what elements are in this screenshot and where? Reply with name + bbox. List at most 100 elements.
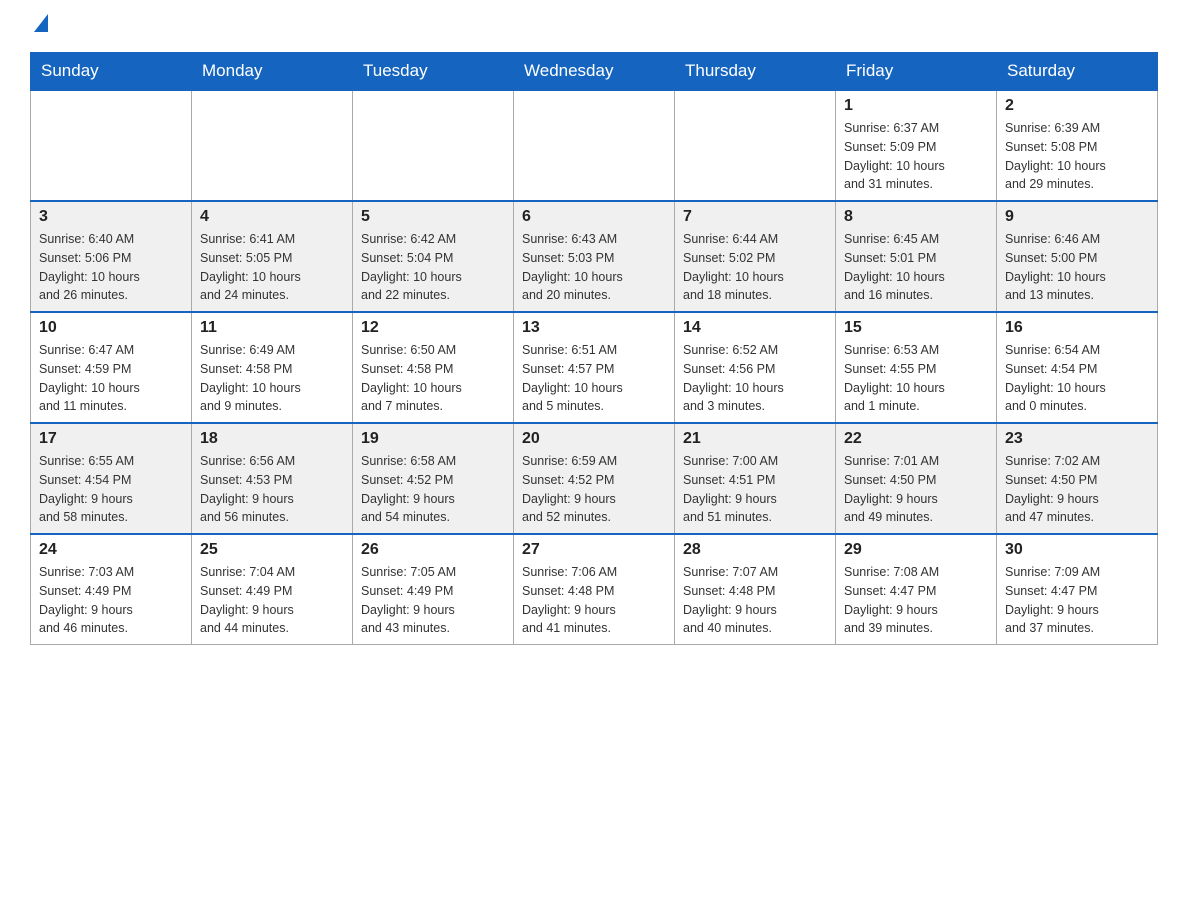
day-info: Sunrise: 7:09 AM Sunset: 4:47 PM Dayligh… — [1005, 563, 1149, 638]
day-info: Sunrise: 6:40 AM Sunset: 5:06 PM Dayligh… — [39, 230, 183, 305]
day-number: 16 — [1005, 319, 1149, 337]
day-number: 12 — [361, 319, 505, 337]
day-number: 9 — [1005, 208, 1149, 226]
day-number: 22 — [844, 430, 988, 448]
day-info: Sunrise: 6:58 AM Sunset: 4:52 PM Dayligh… — [361, 452, 505, 527]
day-info: Sunrise: 6:42 AM Sunset: 5:04 PM Dayligh… — [361, 230, 505, 305]
day-number: 30 — [1005, 541, 1149, 559]
day-number: 17 — [39, 430, 183, 448]
day-info: Sunrise: 7:05 AM Sunset: 4:49 PM Dayligh… — [361, 563, 505, 638]
day-info: Sunrise: 7:07 AM Sunset: 4:48 PM Dayligh… — [683, 563, 827, 638]
calendar-cell: 8 Sunrise: 6:45 AM Sunset: 5:01 PM Daylig… — [836, 201, 997, 312]
day-info: Sunrise: 7:04 AM Sunset: 4:49 PM Dayligh… — [200, 563, 344, 638]
calendar-week-row: 1Sunrise: 6:37 AM Sunset: 5:09 PM Daylig… — [31, 90, 1158, 201]
calendar-header-row: SundayMondayTuesdayWednesdayThursdayFrid… — [31, 53, 1158, 91]
day-number: 24 — [39, 541, 183, 559]
calendar-week-row: 10 Sunrise: 6:47 AM Sunset: 4:59 PM Dayli… — [31, 312, 1158, 423]
header-monday: Monday — [192, 53, 353, 91]
day-number: 28 — [683, 541, 827, 559]
calendar-cell: 16Sunrise: 6:54 AM Sunset: 4:54 PM Dayli… — [997, 312, 1158, 423]
page-header — [30, 20, 1158, 32]
calendar-cell — [31, 90, 192, 201]
day-number: 2 — [1005, 97, 1149, 115]
day-info: Sunrise: 7:06 AM Sunset: 4:48 PM Dayligh… — [522, 563, 666, 638]
day-info: Sunrise: 6:46 AM Sunset: 5:00 PM Dayligh… — [1005, 230, 1149, 305]
calendar-cell: 12 Sunrise: 6:50 AM Sunset: 4:58 PM Dayli… — [353, 312, 514, 423]
day-info: Sunrise: 6:49 AM Sunset: 4:58 PM Dayligh… — [200, 341, 344, 416]
day-info: Sunrise: 7:03 AM Sunset: 4:49 PM Dayligh… — [39, 563, 183, 638]
day-info: Sunrise: 6:52 AM Sunset: 4:56 PM Dayligh… — [683, 341, 827, 416]
day-info: Sunrise: 6:51 AM Sunset: 4:57 PM Dayligh… — [522, 341, 666, 416]
day-info: Sunrise: 6:50 AM Sunset: 4:58 PM Dayligh… — [361, 341, 505, 416]
day-info: Sunrise: 6:39 AM Sunset: 5:08 PM Dayligh… — [1005, 119, 1149, 194]
day-info: Sunrise: 6:47 AM Sunset: 4:59 PM Dayligh… — [39, 341, 183, 416]
calendar-cell: 24 Sunrise: 7:03 AM Sunset: 4:49 PM Dayli… — [31, 534, 192, 645]
calendar-cell — [675, 90, 836, 201]
day-info: Sunrise: 6:59 AM Sunset: 4:52 PM Dayligh… — [522, 452, 666, 527]
calendar-cell: 18Sunrise: 6:56 AM Sunset: 4:53 PM Dayli… — [192, 423, 353, 534]
calendar-cell: 21 Sunrise: 7:00 AM Sunset: 4:51 PM Dayli… — [675, 423, 836, 534]
day-number: 5 — [361, 208, 505, 226]
day-number: 21 — [683, 430, 827, 448]
day-number: 23 — [1005, 430, 1149, 448]
day-number: 13 — [522, 319, 666, 337]
calendar-cell: 5 Sunrise: 6:42 AM Sunset: 5:04 PM Daylig… — [353, 201, 514, 312]
day-info: Sunrise: 7:00 AM Sunset: 4:51 PM Dayligh… — [683, 452, 827, 527]
header-wednesday: Wednesday — [514, 53, 675, 91]
calendar-cell: 14 Sunrise: 6:52 AM Sunset: 4:56 PM Dayli… — [675, 312, 836, 423]
day-number: 7 — [683, 208, 827, 226]
day-info: Sunrise: 7:01 AM Sunset: 4:50 PM Dayligh… — [844, 452, 988, 527]
day-number: 26 — [361, 541, 505, 559]
calendar-cell: 15 Sunrise: 6:53 AM Sunset: 4:55 PM Dayli… — [836, 312, 997, 423]
day-info: Sunrise: 6:55 AM Sunset: 4:54 PM Dayligh… — [39, 452, 183, 527]
calendar-cell: 6Sunrise: 6:43 AM Sunset: 5:03 PM Daylig… — [514, 201, 675, 312]
day-number: 8 — [844, 208, 988, 226]
calendar-week-row: 24 Sunrise: 7:03 AM Sunset: 4:49 PM Dayli… — [31, 534, 1158, 645]
day-number: 19 — [361, 430, 505, 448]
day-number: 25 — [200, 541, 344, 559]
logo — [30, 20, 60, 32]
day-info: Sunrise: 6:43 AM Sunset: 5:03 PM Dayligh… — [522, 230, 666, 305]
logo-triangle-icon — [34, 14, 48, 32]
calendar-cell: 9 Sunrise: 6:46 AM Sunset: 5:00 PM Daylig… — [997, 201, 1158, 312]
day-info: Sunrise: 6:45 AM Sunset: 5:01 PM Dayligh… — [844, 230, 988, 305]
day-info: Sunrise: 6:53 AM Sunset: 4:55 PM Dayligh… — [844, 341, 988, 416]
calendar-cell: 20Sunrise: 6:59 AM Sunset: 4:52 PM Dayli… — [514, 423, 675, 534]
day-number: 1 — [844, 97, 988, 115]
calendar-cell: 13 Sunrise: 6:51 AM Sunset: 4:57 PM Dayli… — [514, 312, 675, 423]
calendar-cell: 30 Sunrise: 7:09 AM Sunset: 4:47 PM Dayli… — [997, 534, 1158, 645]
day-number: 3 — [39, 208, 183, 226]
header-saturday: Saturday — [997, 53, 1158, 91]
day-number: 15 — [844, 319, 988, 337]
day-info: Sunrise: 6:44 AM Sunset: 5:02 PM Dayligh… — [683, 230, 827, 305]
header-tuesday: Tuesday — [353, 53, 514, 91]
calendar-cell: 17 Sunrise: 6:55 AM Sunset: 4:54 PM Dayli… — [31, 423, 192, 534]
calendar-week-row: 17 Sunrise: 6:55 AM Sunset: 4:54 PM Dayli… — [31, 423, 1158, 534]
day-info: Sunrise: 7:08 AM Sunset: 4:47 PM Dayligh… — [844, 563, 988, 638]
calendar-cell: 10 Sunrise: 6:47 AM Sunset: 4:59 PM Dayli… — [31, 312, 192, 423]
day-info: Sunrise: 7:02 AM Sunset: 4:50 PM Dayligh… — [1005, 452, 1149, 527]
calendar-cell — [192, 90, 353, 201]
day-number: 14 — [683, 319, 827, 337]
calendar-cell: 3 Sunrise: 6:40 AM Sunset: 5:06 PM Daylig… — [31, 201, 192, 312]
calendar-cell: 29 Sunrise: 7:08 AM Sunset: 4:47 PM Dayli… — [836, 534, 997, 645]
calendar-table: SundayMondayTuesdayWednesdayThursdayFrid… — [30, 52, 1158, 645]
calendar-cell — [353, 90, 514, 201]
calendar-cell — [514, 90, 675, 201]
day-number: 18 — [200, 430, 344, 448]
day-number: 10 — [39, 319, 183, 337]
day-number: 11 — [200, 319, 344, 337]
calendar-cell: 7 Sunrise: 6:44 AM Sunset: 5:02 PM Daylig… — [675, 201, 836, 312]
day-number: 29 — [844, 541, 988, 559]
header-friday: Friday — [836, 53, 997, 91]
calendar-cell: 26 Sunrise: 7:05 AM Sunset: 4:49 PM Dayli… — [353, 534, 514, 645]
day-number: 27 — [522, 541, 666, 559]
calendar-cell: 23 Sunrise: 7:02 AM Sunset: 4:50 PM Dayli… — [997, 423, 1158, 534]
header-thursday: Thursday — [675, 53, 836, 91]
calendar-cell: 25 Sunrise: 7:04 AM Sunset: 4:49 PM Dayli… — [192, 534, 353, 645]
header-sunday: Sunday — [31, 53, 192, 91]
calendar-week-row: 3 Sunrise: 6:40 AM Sunset: 5:06 PM Daylig… — [31, 201, 1158, 312]
calendar-cell: 19 Sunrise: 6:58 AM Sunset: 4:52 PM Dayli… — [353, 423, 514, 534]
calendar-cell: 28 Sunrise: 7:07 AM Sunset: 4:48 PM Dayli… — [675, 534, 836, 645]
calendar-cell: 1Sunrise: 6:37 AM Sunset: 5:09 PM Daylig… — [836, 90, 997, 201]
